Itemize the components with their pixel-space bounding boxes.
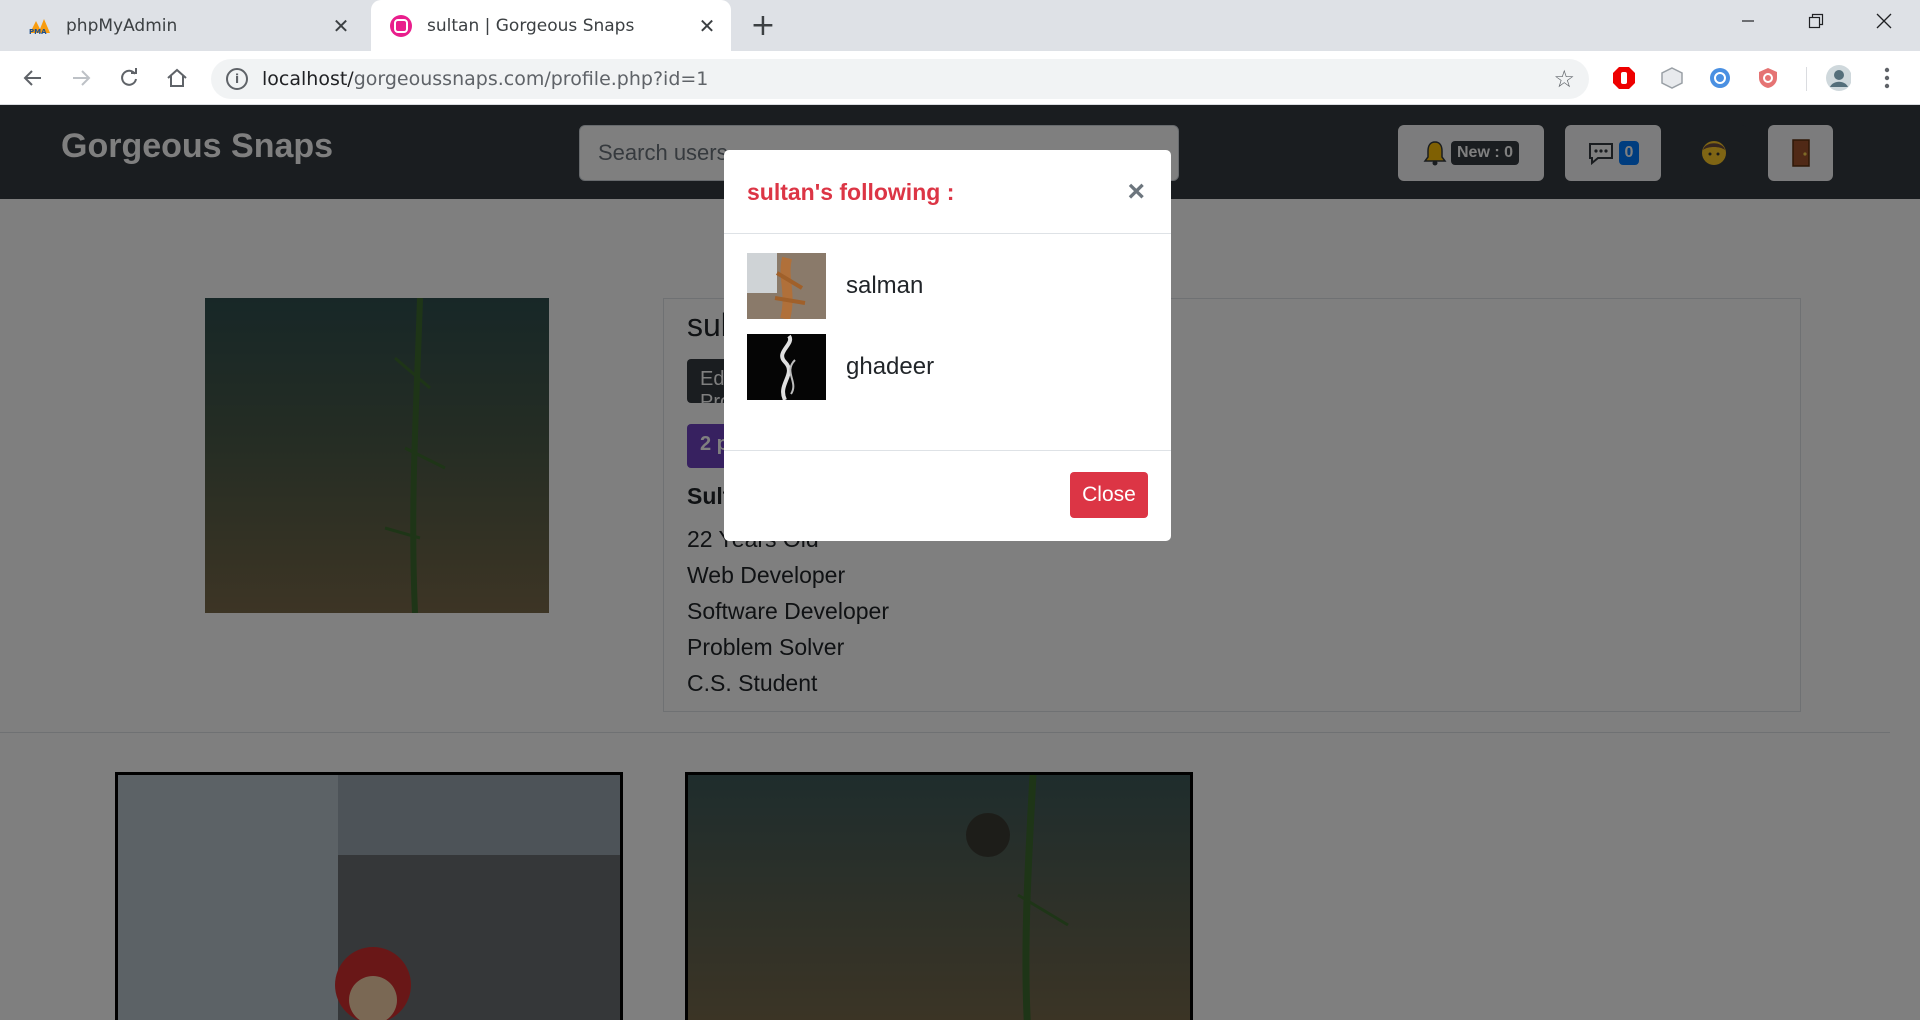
following-modal: sultan's following : × salman ghadeer Cl… [724, 150, 1171, 541]
tab-title: sultan | Gorgeous Snaps [427, 15, 635, 36]
tab-title: phpMyAdmin [66, 15, 178, 36]
extension-cube-icon[interactable] [1659, 65, 1685, 91]
forward-icon[interactable] [66, 63, 96, 93]
close-button[interactable]: Close [1070, 472, 1148, 518]
following-username[interactable]: salman [846, 272, 923, 300]
new-tab-icon[interactable]: + [748, 8, 778, 43]
site-icon [389, 14, 413, 38]
reload-icon[interactable] [114, 63, 144, 93]
modal-title: sultan's following : [747, 179, 955, 205]
following-user-item[interactable]: ghadeer [747, 334, 934, 401]
phpmyadmin-icon: PMA [28, 14, 52, 38]
modal-header: sultan's following : × [724, 150, 1171, 234]
close-icon[interactable]: × [1127, 177, 1145, 207]
info-icon[interactable]: i [226, 68, 248, 90]
following-user-item[interactable]: salman [747, 253, 923, 321]
close-window-icon[interactable] [1850, 0, 1918, 42]
modal-footer-divider [724, 450, 1171, 451]
following-username[interactable]: ghadeer [846, 353, 934, 381]
restore-icon[interactable] [1782, 0, 1850, 42]
user-avatar [747, 334, 826, 401]
menu-dots-icon[interactable] [1874, 65, 1900, 91]
toolbar-separator [1806, 67, 1807, 91]
tab-gorgeous-snaps[interactable]: sultan | Gorgeous Snaps ✕ [371, 0, 731, 51]
user-avatar [747, 253, 826, 321]
minimize-icon[interactable] [1714, 0, 1782, 42]
url-text: localhost/gorgeoussnaps.com/profile.php?… [262, 68, 709, 90]
back-icon[interactable] [18, 63, 48, 93]
browser-tabstrip: PMA phpMyAdmin ✕ sultan | Gorgeous Snaps… [0, 0, 1920, 51]
extension-shield-icon[interactable] [1755, 65, 1781, 91]
tab-close-icon[interactable]: ✕ [329, 14, 353, 38]
tab-close-icon[interactable]: ✕ [695, 14, 719, 38]
tab-phpmyadmin[interactable]: PMA phpMyAdmin ✕ [10, 0, 365, 51]
bookmark-star-icon[interactable]: ☆ [1553, 67, 1575, 91]
home-icon[interactable] [162, 63, 192, 93]
adblock-icon[interactable] [1611, 65, 1637, 91]
svg-text:PMA: PMA [29, 28, 47, 35]
profile-avatar-icon[interactable] [1825, 65, 1851, 91]
page-content: Gorgeous Snaps Search users New : 0 0 su… [0, 105, 1920, 1020]
browser-toolbar: i localhost/gorgeoussnaps.com/profile.ph… [0, 51, 1920, 105]
extension-globe-icon[interactable] [1707, 65, 1733, 91]
address-bar[interactable]: i localhost/gorgeoussnaps.com/profile.ph… [211, 59, 1589, 99]
